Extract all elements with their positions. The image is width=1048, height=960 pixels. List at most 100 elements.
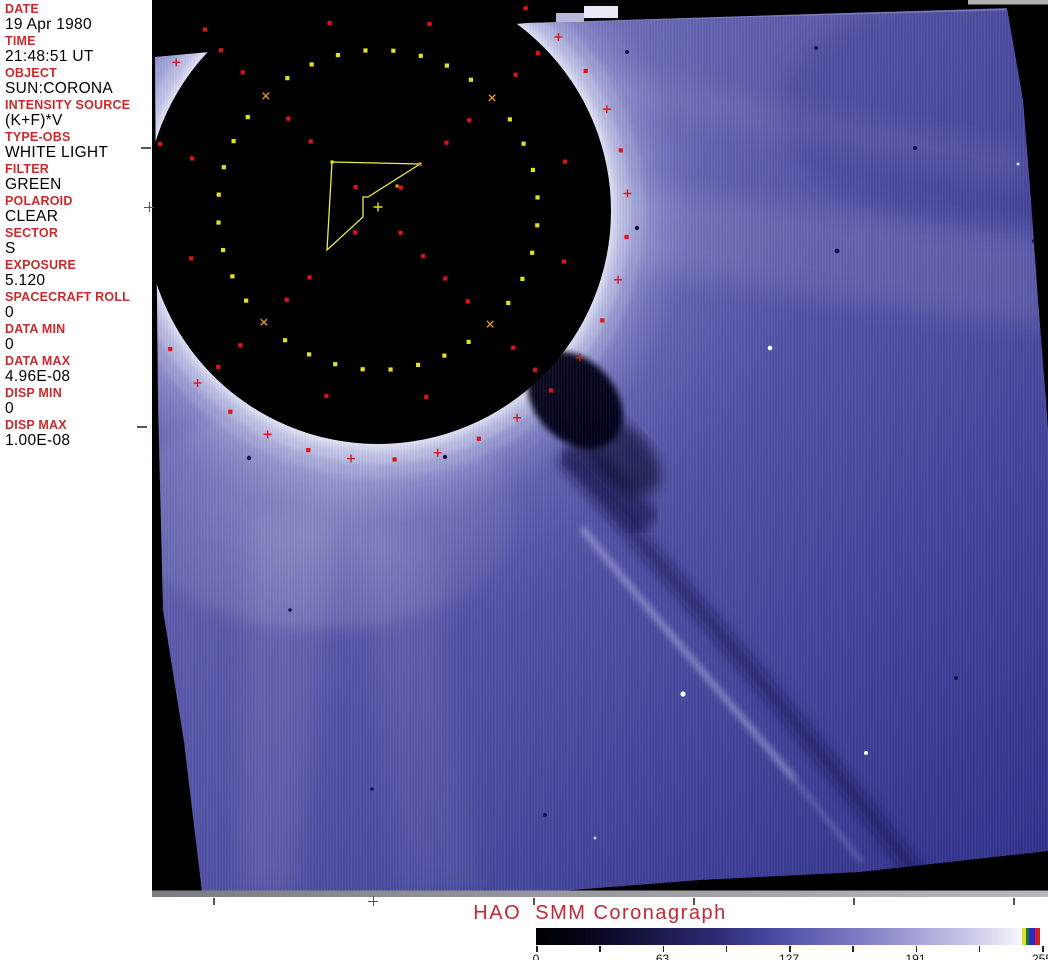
fiducial-marker (506, 300, 511, 306)
field-label: EXPOSURE (5, 258, 77, 272)
fiducial-marker (231, 139, 236, 144)
field-value: 1.00E-08 (5, 432, 71, 449)
field-value: (K+F)*V (5, 112, 63, 129)
fiducial-marker (442, 353, 447, 358)
fiducial-marker (624, 234, 629, 240)
metadata-field: SECTOR S (5, 226, 151, 258)
fiducial-marker (561, 259, 567, 264)
fiducial-marker (530, 250, 535, 255)
metadata-field: TYPE-OBS WHITE LIGHT (5, 131, 151, 162)
fiducial-marker (521, 141, 526, 146)
fiducial-marker (306, 447, 311, 453)
left-axis-tick (137, 426, 147, 428)
coronagraph-canvas (145, 0, 1048, 897)
fiducial-marker (220, 247, 226, 253)
fiducial-marker (511, 345, 516, 350)
film-tab (556, 13, 584, 22)
fiducial-marker (307, 352, 312, 357)
fiducial-marker (189, 156, 195, 161)
fiducial-marker (523, 6, 528, 11)
fiducial-marker (424, 394, 429, 399)
coronagraph-viewer: DATE 19 Apr 1980 TIME 21:48:51 UT OBJECT SUN:… (0, 0, 1048, 960)
fiducial-marker (284, 297, 289, 302)
gray-strip-top (968, 0, 1048, 5)
fiducial-marker (444, 140, 449, 145)
field-value: CLEAR (5, 208, 59, 225)
fiducial-marker (216, 220, 221, 225)
fiducial-marker (245, 114, 250, 120)
metadata-panel: DATE 19 Apr 1980 TIME 21:48:51 UT OBJECT SUN:… (0, 0, 152, 897)
bottom-axis-tick (1013, 898, 1015, 905)
metadata-field: OBJECT SUN:CORONA (5, 66, 151, 98)
fiducial-marker (282, 338, 288, 343)
coronagraph-image (145, 0, 1048, 897)
fiducial-marker (548, 388, 554, 393)
fiducial-marker (216, 364, 221, 370)
fiducial-marker (230, 274, 235, 279)
image-title: HAO SMM Coronagraph (473, 902, 727, 924)
fiducial-marker (324, 393, 329, 399)
metadata-field: DISP MIN 0 (5, 387, 151, 418)
fiducial-marker (427, 21, 432, 27)
fiducial-marker (418, 53, 423, 58)
fiducial-marker (583, 68, 588, 74)
colorbar-tick-label: 255 (1031, 952, 1048, 960)
gray-strip-bottom (152, 890, 1048, 897)
fiducial-marker (360, 367, 365, 372)
fiducial-marker (444, 63, 449, 68)
fiducial-marker (309, 62, 314, 67)
bottom-axis-tick (213, 898, 215, 905)
field-label: POLAROID (5, 194, 73, 208)
field-value: SUN:CORONA (5, 80, 114, 97)
fiducial-marker (353, 185, 358, 190)
fiducial-marker (420, 253, 426, 259)
field-label: DATA MIN (5, 322, 66, 336)
field-value: 0 (5, 400, 14, 417)
field-value: 4.96E-08 (5, 368, 71, 385)
fiducial-marker (221, 165, 226, 170)
field-value: 0 (5, 304, 14, 321)
field-label: DISP MAX (5, 418, 67, 432)
fiducial-marker (240, 70, 245, 75)
fiducial-marker (363, 48, 368, 53)
field-label: TIME (5, 34, 36, 48)
bottom-axis-tick (372, 896, 374, 906)
left-axis-tick (148, 202, 150, 212)
fiducial-marker (618, 148, 623, 153)
colorbar-tick (725, 946, 728, 952)
colorbar-tick (852, 946, 854, 952)
colorbar-tick (978, 946, 981, 952)
fiducial-marker (285, 76, 290, 81)
fiducial-marker (391, 48, 396, 53)
fiducial-marker (202, 27, 208, 32)
fiducial-marker (467, 118, 472, 123)
metadata-field: SPACECRAFT ROLL 0 (5, 290, 151, 322)
field-value: S (5, 240, 16, 257)
fiducial-marker (398, 185, 403, 190)
film-tab (584, 6, 618, 18)
fiducial-marker (532, 367, 538, 372)
fiducial-marker (168, 346, 173, 352)
fiducial-marker (398, 230, 403, 235)
fiducial-marker (353, 230, 358, 235)
fiducial-marker (335, 52, 341, 58)
metadata-field: DATE 19 Apr 1980 (5, 3, 151, 34)
metadata-field: TIME 21:48:51 UT (5, 34, 151, 66)
fiducial-marker (157, 141, 163, 147)
fiducial-marker (418, 162, 422, 166)
fiducial-marker (286, 116, 291, 121)
fiducial-marker (530, 167, 536, 173)
fiducial-marker (244, 298, 249, 303)
fiducial-marker (330, 160, 334, 164)
field-value: 21:48:51 UT (5, 48, 94, 65)
field-label: OBJECT (5, 66, 57, 80)
field-label: SPACECRAFT ROLL (5, 290, 130, 304)
field-label: DATA MAX (5, 354, 71, 368)
field-label: SECTOR (5, 226, 59, 240)
fiducial-marker (535, 195, 540, 200)
bottom-axis-tick (853, 898, 855, 905)
metadata-field: EXPOSURE 5.120 (5, 258, 151, 290)
fiducial-marker (218, 48, 224, 53)
fiducial-marker (415, 362, 421, 368)
colorbar (536, 928, 1042, 945)
